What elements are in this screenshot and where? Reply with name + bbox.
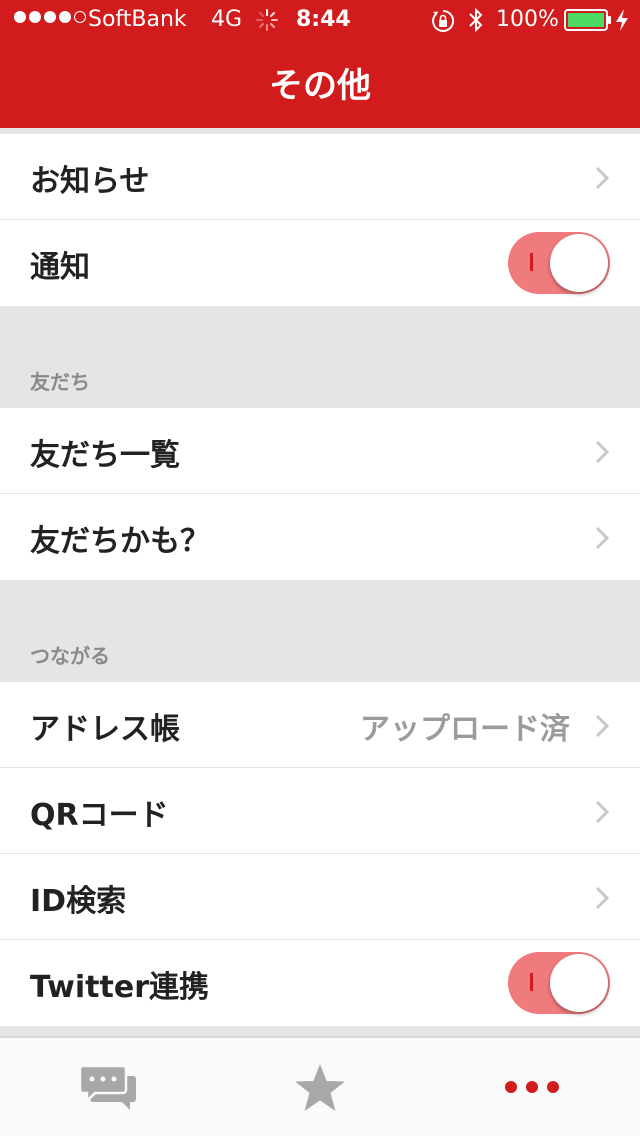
toggle-on-mark (530, 973, 533, 991)
page-title: その他 (269, 66, 371, 106)
news-row[interactable]: お知らせ (0, 134, 640, 220)
chevron-right-icon (595, 714, 610, 738)
signal-dot (59, 11, 71, 23)
chevron-right-icon (595, 166, 610, 190)
chevron-right-icon (595, 440, 610, 464)
tab-chats[interactable] (0, 1038, 213, 1136)
battery-icon (564, 9, 611, 31)
signal-dot (14, 11, 26, 23)
toggle-knob (550, 234, 608, 292)
news-label: お知らせ (30, 164, 150, 199)
maybe-friends-label: 友だちかも？ (30, 524, 210, 559)
twitter-row: Twitter連携 (0, 940, 640, 1026)
chevron-right-icon (595, 886, 610, 910)
notifications-toggle[interactable] (508, 232, 610, 294)
toggle-knob (550, 954, 608, 1012)
chevron-right-icon (595, 526, 610, 550)
signal-dot (44, 11, 56, 23)
tab-bar (0, 1036, 640, 1136)
screen: SoftBank 4G 8:44 100% その他 お知らせ 通知 友だち 友だ… (0, 0, 640, 1136)
activity-spinner-icon (256, 9, 278, 31)
tab-more[interactable] (426, 1038, 639, 1136)
qr-code-row[interactable]: QRコード (0, 768, 640, 854)
address-book-row[interactable]: アドレス帳 アップロード済 (0, 682, 640, 768)
network-type: 4G (211, 7, 243, 32)
maybe-friends-row[interactable]: 友だちかも？ (0, 494, 640, 580)
carrier-name: SoftBank (88, 7, 187, 32)
qr-code-label: QRコード (30, 798, 169, 833)
header: SoftBank 4G 8:44 100% その他 (0, 0, 640, 128)
friends-list-label: 友だち一覧 (30, 438, 180, 473)
address-book-status: アップロード済 (360, 712, 570, 747)
twitter-label: Twitter連携 (30, 970, 209, 1005)
tab-favorites[interactable] (213, 1038, 426, 1136)
rotation-lock-icon (432, 9, 455, 32)
twitter-toggle[interactable] (508, 952, 610, 1014)
section-header-friends: 友だち (30, 370, 90, 394)
address-book-label: アドレス帳 (30, 712, 180, 747)
id-search-label: ID検索 (30, 884, 127, 919)
notifications-label: 通知 (30, 250, 90, 285)
battery-percentage: 100% (496, 7, 559, 32)
charging-bolt-icon (616, 9, 628, 31)
chat-bubbles-icon (79, 1064, 136, 1110)
section-header-connect: つながる (30, 644, 110, 668)
bluetooth-icon (469, 7, 483, 33)
clock: 8:44 (296, 7, 351, 32)
status-bar: SoftBank 4G 8:44 100% (0, 0, 640, 40)
id-search-row[interactable]: ID検索 (0, 854, 640, 940)
notifications-row: 通知 (0, 220, 640, 306)
signal-strength-icon (14, 11, 86, 23)
star-icon (295, 1064, 345, 1111)
chevron-right-icon (595, 800, 610, 824)
more-dots-icon (505, 1081, 559, 1093)
signal-dot (29, 11, 41, 23)
signal-dot (74, 11, 86, 23)
toggle-on-mark (530, 253, 533, 271)
friends-list-row[interactable]: 友だち一覧 (0, 408, 640, 494)
